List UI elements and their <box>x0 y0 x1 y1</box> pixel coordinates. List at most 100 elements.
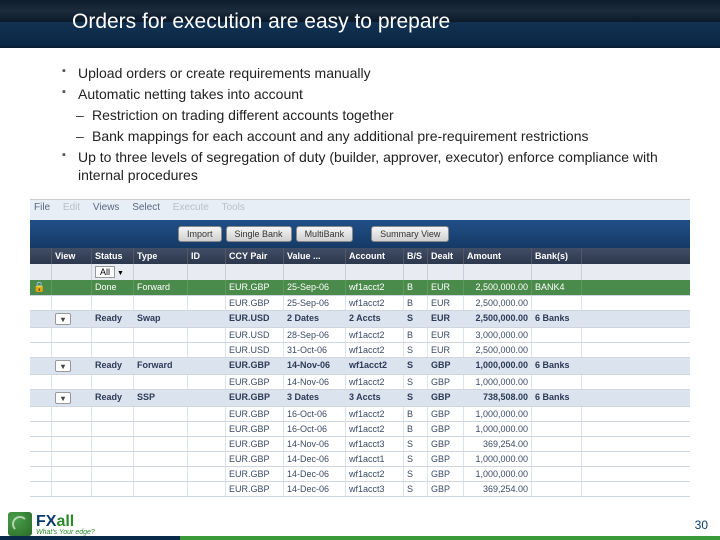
cell <box>134 422 188 436</box>
cell: wf1acct3 <box>346 437 404 451</box>
table-row[interactable]: 🔒DoneForwardEUR.GBP25-Sep-06wf1acct2BEUR… <box>30 280 690 296</box>
single-bank-button[interactable]: Single Bank <box>226 226 292 242</box>
cell <box>134 296 188 310</box>
cell: 14-Dec-06 <box>284 452 346 466</box>
cell: 2 Accts <box>346 311 404 327</box>
cell <box>52 296 92 310</box>
cell: 3 Accts <box>346 390 404 406</box>
cell <box>92 296 134 310</box>
cell <box>30 482 52 496</box>
table-row[interactable]: ▾ReadySwapEUR.USD2 Dates2 AcctsSEUR2,500… <box>30 311 690 328</box>
multi-bank-button[interactable]: MultiBank <box>296 226 354 242</box>
table-row[interactable]: EUR.GBP25-Sep-06wf1acct2BEUR2,500,000.00 <box>30 296 690 311</box>
cell: S <box>404 375 428 389</box>
cell <box>188 358 226 374</box>
expand-icon[interactable]: ▾ <box>55 360 71 372</box>
table-row[interactable]: EUR.USD28-Sep-06wf1acct2BEUR3,000,000.00 <box>30 328 690 343</box>
col-banks[interactable]: Bank(s) <box>532 248 582 264</box>
cell: 2,500,000.00 <box>464 311 532 327</box>
slide-title: Orders for execution are easy to prepare <box>72 10 450 34</box>
cell <box>188 375 226 389</box>
col-id[interactable]: ID <box>188 248 226 264</box>
cell: wf1acct2 <box>346 407 404 421</box>
cell <box>188 482 226 496</box>
col-type[interactable]: Type <box>134 248 188 264</box>
table-row[interactable]: EUR.GBP14-Dec-06wf1acct1SGBP1,000,000.00 <box>30 452 690 467</box>
cell: EUR.GBP <box>226 375 284 389</box>
cell <box>188 280 226 295</box>
cell <box>52 437 92 451</box>
cell: EUR.USD <box>226 311 284 327</box>
cell <box>92 343 134 357</box>
sub-bullet: Bank mappings for each account and any a… <box>62 127 680 146</box>
cell <box>52 407 92 421</box>
cell: GBP <box>428 390 464 406</box>
cell <box>134 375 188 389</box>
cell <box>532 407 582 421</box>
status-filter[interactable]: All <box>95 266 115 278</box>
cell <box>92 328 134 342</box>
cell: SSP <box>134 390 188 406</box>
cell <box>532 328 582 342</box>
menu-select[interactable]: Select <box>132 202 160 213</box>
cell: wf1acct2 <box>346 343 404 357</box>
slide: Orders for execution are easy to prepare… <box>0 0 720 540</box>
cell: GBP <box>428 452 464 466</box>
table-row[interactable]: EUR.GBP14-Nov-06wf1acct2SGBP1,000,000.00 <box>30 375 690 390</box>
col-account[interactable]: Account <box>346 248 404 264</box>
cell <box>92 467 134 481</box>
col-value[interactable]: Value ... <box>284 248 346 264</box>
cell: wf1acct2 <box>346 296 404 310</box>
menu-file[interactable]: File <box>34 202 50 213</box>
cell <box>92 452 134 466</box>
table-row[interactable]: EUR.GBP14-Nov-06wf1acct3SGBP369,254.00 <box>30 437 690 452</box>
col-bs[interactable]: B/S <box>404 248 428 264</box>
summary-view-button[interactable]: Summary View <box>371 226 449 242</box>
import-button[interactable]: Import <box>178 226 222 242</box>
cell: 28-Sep-06 <box>284 328 346 342</box>
table-row[interactable]: EUR.GBP16-Oct-06wf1acct2BGBP1,000,000.00 <box>30 422 690 437</box>
cell: 6 Banks <box>532 390 582 406</box>
cell: 14-Dec-06 <box>284 467 346 481</box>
cell: 16-Oct-06 <box>284 407 346 421</box>
cell: S <box>404 390 428 406</box>
cell: S <box>404 467 428 481</box>
bullet-item: Automatic netting takes into account <box>62 85 680 104</box>
expand-icon[interactable]: ▾ <box>55 392 71 404</box>
cell: EUR.USD <box>226 328 284 342</box>
cell: 3 Dates <box>284 390 346 406</box>
col-dealt[interactable]: Dealt <box>428 248 464 264</box>
cell: GBP <box>428 467 464 481</box>
cell: S <box>404 358 428 374</box>
table-row[interactable]: EUR.USD31-Oct-06wf1acct2SEUR2,500,000.00 <box>30 343 690 358</box>
cell: wf1acct2 <box>346 280 404 295</box>
cell: 6 Banks <box>532 358 582 374</box>
table-row[interactable]: ▾ReadySSPEUR.GBP3 Dates3 AcctsSGBP738,50… <box>30 390 690 407</box>
menu-views[interactable]: Views <box>93 202 120 213</box>
cell: 1,000,000.00 <box>464 375 532 389</box>
cell <box>134 328 188 342</box>
cell <box>532 437 582 451</box>
col-amount[interactable]: Amount <box>464 248 532 264</box>
table-row[interactable]: EUR.GBP16-Oct-06wf1acct2BGBP1,000,000.00 <box>30 407 690 422</box>
cell <box>92 375 134 389</box>
cell <box>134 452 188 466</box>
cell: BANK4 <box>532 280 582 295</box>
col-status[interactable]: Status <box>92 248 134 264</box>
cell <box>92 482 134 496</box>
table-row[interactable]: EUR.GBP14-Dec-06wf1acct3SGBP369,254.00 <box>30 482 690 497</box>
cell: EUR <box>428 280 464 295</box>
cell <box>30 358 52 374</box>
col-ccy[interactable]: CCY Pair <box>226 248 284 264</box>
expand-icon[interactable]: ▾ <box>55 313 71 325</box>
cell: EUR.GBP <box>226 296 284 310</box>
cell: EUR.GBP <box>226 358 284 374</box>
cell <box>188 467 226 481</box>
col-view[interactable]: View <box>52 248 92 264</box>
cell: S <box>404 482 428 496</box>
cell: 3,000,000.00 <box>464 328 532 342</box>
cell: EUR.GBP <box>226 390 284 406</box>
table-row[interactable]: ▾ReadyForwardEUR.GBP14-Nov-06wf1acct2SGB… <box>30 358 690 375</box>
cell: EUR <box>428 296 464 310</box>
table-row[interactable]: EUR.GBP14-Dec-06wf1acct2SGBP1,000,000.00 <box>30 467 690 482</box>
